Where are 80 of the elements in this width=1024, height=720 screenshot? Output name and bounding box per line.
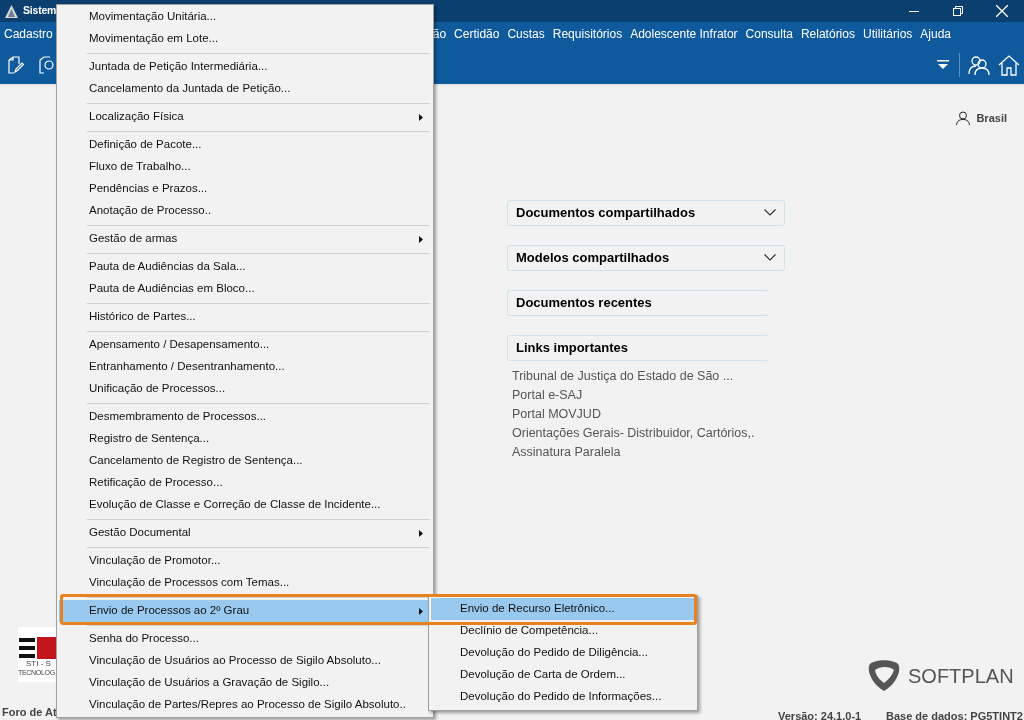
menu-item[interactable]: Movimentação Unitária... [59,6,431,28]
panel-title: Documentos compartilhados [516,203,696,222]
minimize-icon [909,10,919,12]
user-name: Brasil [976,111,1007,126]
panel-header[interactable]: Links importantes [507,334,769,361]
panel-title: Modelos compartilhados [516,248,670,267]
search-document-icon[interactable] [37,55,55,74]
panel-title: Links importantes [516,338,628,357]
menu-item[interactable]: Pendências e Prazos... [59,178,431,200]
logo-caption: STI - S [25,659,51,668]
home-icon[interactable] [998,53,1020,76]
submenu-arrow-icon [419,607,423,615]
brand-logo-icon [866,660,902,692]
dropdown-icon[interactable] [937,59,949,70]
menu-item[interactable]: Localização Física [59,106,431,128]
menu-item[interactable]: Movimentação em Lote... [59,28,431,50]
menu-item[interactable]: Vinculação de Partes/Repres ao Processo de Sigilo Absoluto.. [59,694,431,716]
menu-item[interactable]: Registro de Sentença... [59,428,431,450]
submenu-arrow-icon [419,235,423,243]
status-location: Foro de At [2,705,57,720]
link[interactable]: Portal MOVJUD [512,404,601,424]
user-icon [956,111,971,126]
menu-item[interactable]: Gestão Documental [59,522,431,544]
menu-bar-item[interactable]: Relatórios [796,24,859,43]
menu-item[interactable]: Desmembramento de Processos... [59,406,431,428]
menu-item[interactable]: Fluxo de Trabalho... [59,156,431,178]
panel-header[interactable]: Documentos recentes [507,289,769,316]
edit-document-icon[interactable] [6,55,24,74]
menu-item[interactable]: Histórico de Partes... [59,306,431,328]
menu-item[interactable]: Anotação de Processo.. [59,200,431,222]
menu-bar-item[interactable]: Utilitários [858,24,917,43]
submenu-arrow-icon [419,529,423,537]
menu-item[interactable]: Entranhamento / Desentranhamento... [59,356,431,378]
menu-item[interactable]: Definição de Pacote... [59,134,431,156]
app-icon [4,3,19,19]
status-database: Base de dados: PG5TINT2 [886,709,1023,720]
menu-bar-item[interactable]: Consulta [741,24,797,43]
link[interactable]: Assinatura Paralela [512,442,621,462]
menu-item[interactable]: Devolução do Pedido de Diligência... [431,642,695,664]
menu-bar-item[interactable]: Requisitórios [548,24,627,43]
menu-item[interactable]: Pauta de Audiências da Sala... [59,256,431,278]
window-title: Sistem [23,3,57,19]
panel-header[interactable]: Documentos compartilhados [507,199,785,226]
submenu-arrow-icon [419,113,423,121]
menu-item[interactable]: Vinculação de Promotor... [59,550,431,572]
link[interactable]: Portal e-SAJ [512,385,583,405]
menu-item[interactable]: Cancelamento da Juntada de Petição... [59,78,431,100]
menu-item[interactable]: Vinculação de Usuários a Gravação de Sigilo... [59,672,431,694]
link[interactable]: Tribunal de Justiça do Estado de São ... [512,366,734,386]
menu-item[interactable]: Cancelamento de Registro de Sentença... [59,450,431,472]
menu-bar-item[interactable]: Adolescente Infrator [626,24,742,43]
menu-item[interactable]: Vinculação de Processos com Temas... [59,572,431,594]
logo-mark-icon [18,637,56,659]
chevron-down-icon [764,254,776,261]
menu-bar-item[interactable]: Certidão [450,24,504,43]
menu-item[interactable]: Envio de Processos ao 2º Grau [59,600,431,622]
menu-item[interactable]: Devolução do Pedido de Informações... [431,686,695,708]
menu-item[interactable]: Evolução de Classe e Correção de Classe de Incidente... [59,494,431,516]
close-icon [996,5,1008,17]
menu-item[interactable]: Vinculação de Usuários ao Processo de Sigilo Absoluto... [59,650,431,672]
menu-item[interactable]: Gestão de armas [59,228,431,250]
status-version: Versão: 24.1.0-1 [778,709,862,720]
menu-bar-item[interactable]: Custas [503,24,549,43]
menu-item[interactable]: Juntada de Petição Intermediária... [59,56,431,78]
brand-name: SOFTPLAN [908,664,1014,689]
restore-icon [953,6,963,16]
menu-item[interactable]: Apensamento / Desapensamento... [59,334,431,356]
menu-item[interactable]: Senha do Processo... [59,628,431,650]
menu-item[interactable]: Devolução de Carta de Ordem... [431,664,695,686]
panel-title: Documentos recentes [516,293,652,312]
menu-item[interactable]: Pauta de Audiências em Bloco... [59,278,431,300]
menu-bar-item[interactable]: Ajuda [916,24,955,43]
link[interactable]: Orientações Gerais- Distribuidor, Cartórios,. [512,423,755,443]
menu-bar-item[interactable]: Cadastro [0,24,57,43]
menu-item[interactable]: Retificação de Processo... [59,472,431,494]
chevron-down-icon [764,209,776,216]
users-icon[interactable] [968,53,990,76]
menu-item[interactable]: Envio de Recurso Eletrônico... [431,598,695,620]
menu-item[interactable]: Unificação de Processos... [59,378,431,400]
panel-header[interactable]: Modelos compartilhados [507,244,785,271]
